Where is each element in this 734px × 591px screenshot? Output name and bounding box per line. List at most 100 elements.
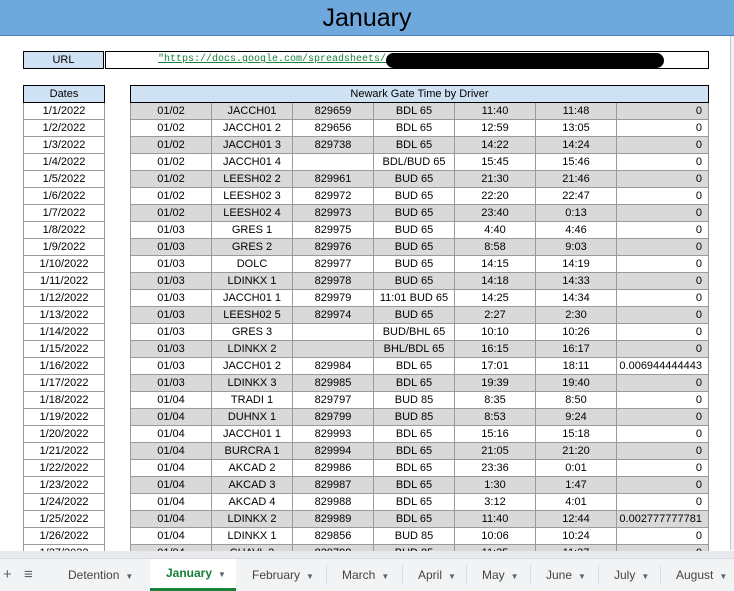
driver-cell[interactable]: LEESH02 4 — [211, 204, 293, 222]
load-number-cell[interactable]: 829989 — [292, 510, 374, 528]
gate-out-cell[interactable]: 22:47 — [535, 187, 617, 205]
detention-cell[interactable]: 0 — [616, 153, 709, 171]
driver-cell[interactable]: AKCAD 3 — [211, 476, 293, 494]
load-number-cell[interactable]: 829659 — [292, 102, 374, 120]
detention-cell[interactable]: 0 — [616, 289, 709, 307]
gate-in-cell[interactable]: 23:40 — [454, 204, 536, 222]
day-cell[interactable]: 01/02 — [130, 119, 212, 137]
dropdown-arrow-icon[interactable]: ▼ — [641, 572, 649, 581]
detention-cell[interactable]: 0.002777777781 — [616, 510, 709, 528]
driver-cell[interactable]: LDINKX 1 — [211, 272, 293, 290]
gate-out-cell[interactable]: 16:17 — [535, 340, 617, 358]
tab-april[interactable]: April ▼ — [402, 559, 466, 591]
route-cell[interactable]: BUD 65 — [373, 187, 455, 205]
tab-august[interactable]: August ▼ — [660, 559, 734, 591]
load-number-cell[interactable]: 829993 — [292, 425, 374, 443]
driver-cell[interactable]: LDINKX 2 — [211, 510, 293, 528]
driver-cell[interactable]: JACCH01 3 — [211, 136, 293, 154]
day-cell[interactable]: 01/03 — [130, 272, 212, 290]
date-cell[interactable]: 1/23/2022 — [23, 476, 105, 494]
gate-out-cell[interactable]: 15:18 — [535, 425, 617, 443]
gate-in-cell[interactable]: 4:40 — [454, 221, 536, 239]
gate-out-cell[interactable]: 21:46 — [535, 170, 617, 188]
url-cell[interactable]: "https://docs.google.com/spreadsheets/d — [105, 51, 709, 69]
load-number-cell[interactable]: 829994 — [292, 442, 374, 460]
gate-in-cell[interactable]: 8:35 — [454, 391, 536, 409]
detention-cell[interactable]: 0 — [616, 408, 709, 426]
gate-out-cell[interactable]: 9:24 — [535, 408, 617, 426]
route-cell[interactable]: BDL 65 — [373, 119, 455, 137]
gate-out-cell[interactable]: 1:47 — [535, 476, 617, 494]
gate-in-cell[interactable]: 19:39 — [454, 374, 536, 392]
detention-cell[interactable]: 0 — [616, 102, 709, 120]
load-number-cell[interactable]: 829985 — [292, 374, 374, 392]
load-number-cell[interactable]: 829972 — [292, 187, 374, 205]
date-cell[interactable]: 1/20/2022 — [23, 425, 105, 443]
load-number-cell[interactable]: 829988 — [292, 493, 374, 511]
date-cell[interactable]: 1/14/2022 — [23, 323, 105, 341]
gate-out-cell[interactable]: 19:40 — [535, 374, 617, 392]
gate-out-cell[interactable]: 10:24 — [535, 527, 617, 545]
tab-detention[interactable]: Detention ▼ — [52, 559, 150, 591]
driver-cell[interactable]: LEESH02 2 — [211, 170, 293, 188]
detention-cell[interactable]: 0 — [616, 476, 709, 494]
load-number-cell[interactable] — [292, 340, 374, 358]
date-cell[interactable]: 1/19/2022 — [23, 408, 105, 426]
route-cell[interactable]: BUD 85 — [373, 391, 455, 409]
driver-cell[interactable]: LDINKX 3 — [211, 374, 293, 392]
day-cell[interactable]: 01/04 — [130, 442, 212, 460]
gate-in-cell[interactable]: 15:45 — [454, 153, 536, 171]
driver-cell[interactable]: JACCH01 — [211, 102, 293, 120]
gate-in-cell[interactable]: 21:05 — [454, 442, 536, 460]
driver-cell[interactable]: JACCH01 4 — [211, 153, 293, 171]
gate-out-cell[interactable]: 4:46 — [535, 221, 617, 239]
day-cell[interactable]: 01/04 — [130, 527, 212, 545]
driver-cell[interactable]: DOLC — [211, 255, 293, 273]
day-cell[interactable]: 01/02 — [130, 102, 212, 120]
route-cell[interactable]: BUD 65 — [373, 255, 455, 273]
gate-out-cell[interactable]: 14:19 — [535, 255, 617, 273]
load-number-cell[interactable]: 829656 — [292, 119, 374, 137]
vertical-scrollbar[interactable] — [730, 36, 734, 550]
tab-february[interactable]: February ▼ — [236, 559, 326, 591]
detention-cell[interactable]: 0 — [616, 459, 709, 477]
gate-in-cell[interactable]: 12:59 — [454, 119, 536, 137]
driver-cell[interactable]: JACCH01 2 — [211, 357, 293, 375]
day-cell[interactable]: 01/03 — [130, 255, 212, 273]
day-cell[interactable]: 01/03 — [130, 306, 212, 324]
gate-in-cell[interactable]: 8:58 — [454, 238, 536, 256]
detention-cell[interactable]: 0 — [616, 204, 709, 222]
detention-cell[interactable]: 0 — [616, 425, 709, 443]
date-cell[interactable]: 1/22/2022 — [23, 459, 105, 477]
date-cell[interactable]: 1/18/2022 — [23, 391, 105, 409]
route-cell[interactable]: BUD 65 — [373, 170, 455, 188]
gate-in-cell[interactable]: 21:30 — [454, 170, 536, 188]
date-cell[interactable]: 1/12/2022 — [23, 289, 105, 307]
detention-cell[interactable]: 0 — [616, 306, 709, 324]
detention-cell[interactable]: 0 — [616, 442, 709, 460]
date-cell[interactable]: 1/9/2022 — [23, 238, 105, 256]
gate-in-cell[interactable]: 11:40 — [454, 102, 536, 120]
gate-in-cell[interactable]: 14:22 — [454, 136, 536, 154]
route-cell[interactable]: BUD 85 — [373, 408, 455, 426]
load-number-cell[interactable]: 829979 — [292, 289, 374, 307]
day-cell[interactable]: 01/03 — [130, 238, 212, 256]
route-cell[interactable]: BDL 65 — [373, 459, 455, 477]
day-cell[interactable]: 01/02 — [130, 204, 212, 222]
detention-cell[interactable]: 0 — [616, 374, 709, 392]
driver-cell[interactable]: JACCH01 1 — [211, 289, 293, 307]
date-cell[interactable]: 1/16/2022 — [23, 357, 105, 375]
day-cell[interactable]: 01/02 — [130, 170, 212, 188]
date-cell[interactable]: 1/15/2022 — [23, 340, 105, 358]
gate-in-cell[interactable]: 11:40 — [454, 510, 536, 528]
day-cell[interactable]: 01/02 — [130, 136, 212, 154]
detention-cell[interactable]: 0 — [616, 187, 709, 205]
gate-in-cell[interactable]: 15:16 — [454, 425, 536, 443]
date-cell[interactable]: 1/6/2022 — [23, 187, 105, 205]
route-cell[interactable]: BDL 65 — [373, 442, 455, 460]
gate-out-cell[interactable]: 12:44 — [535, 510, 617, 528]
dropdown-arrow-icon[interactable]: ▼ — [448, 572, 456, 581]
gate-out-cell[interactable]: 14:33 — [535, 272, 617, 290]
date-cell[interactable]: 1/1/2022 — [23, 102, 105, 120]
gate-in-cell[interactable]: 10:06 — [454, 527, 536, 545]
